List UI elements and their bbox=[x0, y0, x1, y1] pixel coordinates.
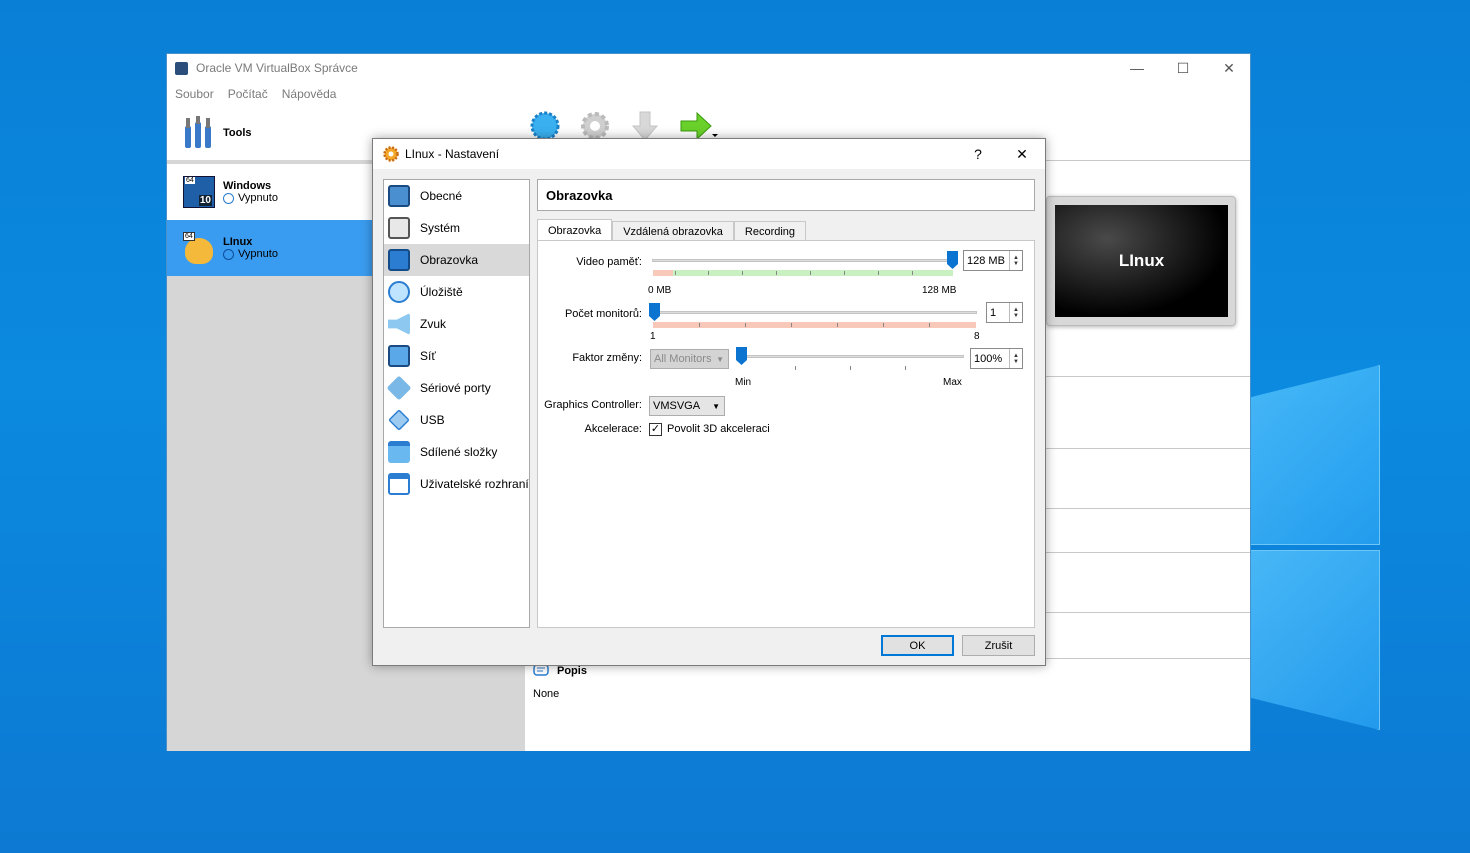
description-header: Popis bbox=[557, 665, 587, 677]
main-titlebar: Oracle VM VirtualBox Správce — ☐ ✕ bbox=[167, 54, 1250, 82]
vm-preview: LInux bbox=[1046, 196, 1236, 326]
tab-recording[interactable]: Recording bbox=[733, 221, 807, 241]
network-icon bbox=[388, 345, 410, 367]
category-storage[interactable]: Úložiště bbox=[384, 276, 529, 308]
monitor-count-max: 8 bbox=[974, 331, 980, 342]
video-memory-max: 128 MB bbox=[922, 285, 957, 296]
general-icon bbox=[388, 185, 410, 207]
shared-folders-icon bbox=[388, 441, 410, 463]
tab-display[interactable]: Obrazovka bbox=[537, 219, 613, 241]
vm-state: Vypnuto bbox=[238, 192, 278, 204]
user-interface-icon bbox=[388, 473, 410, 495]
graphics-controller-combo[interactable]: VMSVGA ▼ bbox=[649, 396, 725, 416]
scale-factor-slider-thumb[interactable] bbox=[736, 347, 747, 365]
scale-factor-spinbox[interactable]: 100% ▲ ▼ bbox=[970, 348, 1023, 369]
virtualbox-logo-icon bbox=[175, 61, 188, 75]
monitor-count-label: Počet monitorů: bbox=[564, 308, 642, 320]
section-title: Obrazovka bbox=[537, 179, 1035, 211]
3d-acceleration-label[interactable]: Povolit 3D akceleraci bbox=[667, 423, 770, 435]
category-serial-ports[interactable]: Sériové porty bbox=[384, 372, 529, 404]
monitor-count-slider[interactable] bbox=[652, 311, 977, 314]
graphics-controller-label: Graphics Controller: bbox=[544, 399, 642, 411]
maximize-button[interactable]: ☐ bbox=[1160, 54, 1206, 82]
tab-bar: Obrazovka Vzdálená obrazovka Recording bbox=[537, 219, 807, 241]
dialog-titlebar: LInux - Nastavení ? ✕ bbox=[373, 139, 1045, 169]
scale-factor-label: Faktor změny: bbox=[572, 352, 642, 364]
settings-dialog: LInux - Nastavení ? ✕ Obecné Systém Obra… bbox=[372, 138, 1046, 666]
category-display[interactable]: Obrazovka bbox=[384, 244, 529, 276]
main-window-title: Oracle VM VirtualBox Správce bbox=[196, 61, 358, 75]
menu-file[interactable]: Soubor bbox=[175, 87, 214, 101]
description-icon bbox=[533, 664, 549, 676]
category-list: Obecné Systém Obrazovka Úložiště Zvuk Sí… bbox=[383, 179, 530, 628]
tools-label: Tools bbox=[223, 127, 252, 139]
category-usb[interactable]: USB bbox=[384, 404, 529, 436]
description-section: Popis bbox=[533, 664, 587, 678]
dialog-close-button[interactable]: ✕ bbox=[999, 139, 1045, 169]
video-memory-label: Video paměť: bbox=[576, 256, 642, 268]
scale-monitor-combo: All Monitors ▼ bbox=[650, 349, 729, 369]
3d-acceleration-checkbox[interactable]: ✓ bbox=[649, 423, 662, 436]
settings-gear-icon bbox=[383, 146, 399, 162]
audio-icon bbox=[388, 313, 410, 335]
scale-factor-max: Max bbox=[943, 377, 962, 388]
spin-arrows-icon[interactable]: ▲ ▼ bbox=[1009, 303, 1022, 322]
chevron-down-icon: ▼ bbox=[716, 354, 724, 364]
menu-machine[interactable]: Počítač bbox=[228, 87, 268, 101]
system-icon bbox=[388, 217, 410, 239]
category-network[interactable]: Síť bbox=[384, 340, 529, 372]
monitor-count-spinbox[interactable]: 1 ▲ ▼ bbox=[986, 302, 1023, 323]
scale-factor-slider[interactable] bbox=[738, 355, 964, 358]
ok-button[interactable]: OK bbox=[881, 635, 954, 656]
vm-state: Vypnuto bbox=[238, 248, 278, 260]
close-button[interactable]: ✕ bbox=[1206, 54, 1252, 82]
category-shared-folders[interactable]: Sdílené složky bbox=[384, 436, 529, 468]
monitor-count-min: 1 bbox=[650, 331, 656, 342]
menu-help[interactable]: Nápověda bbox=[282, 87, 337, 101]
help-button[interactable]: ? bbox=[955, 139, 1001, 169]
spin-arrows-icon[interactable]: ▲ ▼ bbox=[1009, 251, 1022, 270]
display-tab-panel: Video paměť: 0 MB 128 MB 128 MB ▲ ▼ Počet… bbox=[537, 240, 1035, 628]
display-icon bbox=[388, 249, 410, 271]
windows-os-icon: 64 10 bbox=[183, 176, 215, 208]
video-memory-spinbox[interactable]: 128 MB ▲ ▼ bbox=[963, 250, 1023, 271]
video-memory-slider-thumb[interactable] bbox=[947, 251, 958, 269]
vm-name: Windows bbox=[223, 180, 272, 192]
description-value: None bbox=[533, 688, 560, 700]
video-memory-min: 0 MB bbox=[648, 285, 672, 296]
vm-preview-screen: LInux bbox=[1055, 205, 1228, 317]
chevron-down-icon: ▼ bbox=[712, 401, 720, 411]
serial-ports-icon bbox=[386, 375, 412, 401]
category-general[interactable]: Obecné bbox=[384, 180, 529, 212]
video-memory-slider[interactable] bbox=[652, 259, 957, 262]
category-user-interface[interactable]: Uživatelské rozhraní bbox=[384, 468, 529, 500]
power-off-icon bbox=[223, 248, 234, 260]
category-system[interactable]: Systém bbox=[384, 212, 529, 244]
vm-name: LInux bbox=[223, 236, 253, 248]
usb-icon bbox=[388, 409, 410, 431]
spin-arrows-icon[interactable]: ▲ ▼ bbox=[1009, 349, 1022, 368]
menubar: Soubor Počítač Nápověda bbox=[167, 82, 1250, 106]
tools-icon bbox=[185, 116, 211, 148]
linux-os-icon: 64 bbox=[183, 232, 215, 264]
category-audio[interactable]: Zvuk bbox=[384, 308, 529, 340]
power-off-icon bbox=[223, 192, 234, 204]
monitor-count-slider-thumb[interactable] bbox=[649, 303, 660, 321]
scale-factor-min: Min bbox=[735, 377, 752, 388]
acceleration-label: Akcelerace: bbox=[584, 423, 642, 435]
tab-remote-display[interactable]: Vzdálená obrazovka bbox=[612, 221, 734, 241]
dialog-title: LInux - Nastavení bbox=[405, 147, 500, 161]
minimize-button[interactable]: — bbox=[1114, 54, 1160, 82]
storage-icon bbox=[388, 281, 410, 303]
desktop-windows-logo bbox=[1250, 365, 1470, 795]
cancel-button[interactable]: Zrušit bbox=[962, 635, 1035, 656]
